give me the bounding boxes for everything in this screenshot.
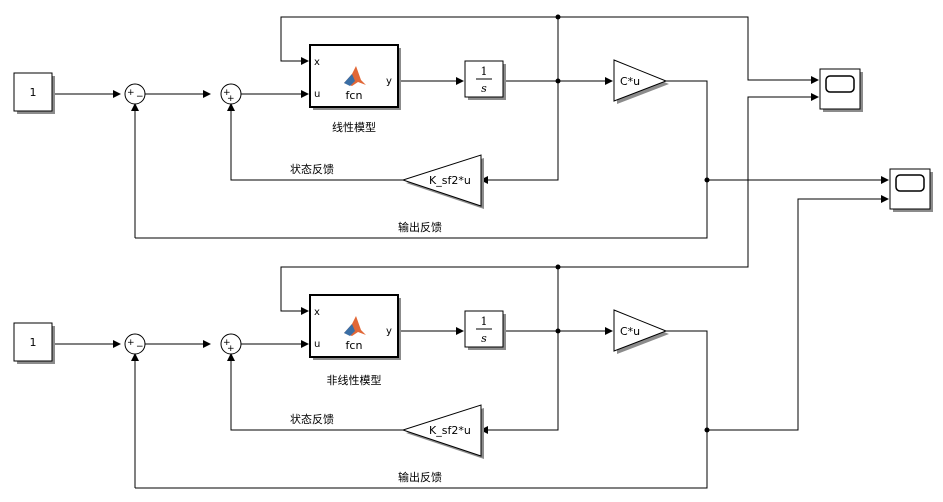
linear-gain-c-label: C*u [620, 75, 640, 88]
linear-integrator-block[interactable]: 1 s [464, 60, 506, 100]
linear-fcn-port-x: x [314, 57, 320, 68]
simulink-diagram: 1 + − + + x u y fcn 线性模型 1 s C*u K_sf2*u… [13, 14, 933, 489]
nonlinear-constant-block[interactable]: 1 [13, 322, 55, 364]
nonlinear-junction-output [704, 427, 710, 433]
nonlinear-model-label: 非线性模型 [327, 373, 382, 387]
nonlinear-junction-state [555, 328, 561, 334]
nonlinear-gain-c-block[interactable]: C*u [613, 309, 669, 354]
linear-fcn-name: fcn [346, 89, 363, 102]
scope-output-block[interactable] [889, 168, 933, 212]
nonlinear-sum1-sign-bottom: − [136, 342, 144, 352]
linear-junction-top [555, 14, 561, 20]
linear-sum2-block[interactable]: + + [220, 83, 242, 105]
linear-output-feedback-label: 输出反馈 [398, 220, 442, 234]
nonlinear-gain-c-label: C*u [620, 325, 640, 338]
nonlinear-sum2-sign-bottom: + [227, 344, 235, 354]
nonlinear-junction-top [555, 264, 561, 270]
nonlinear-fcn-port-u: u [314, 339, 320, 350]
linear-gain-k-block[interactable]: K_sf2*u [401, 154, 484, 209]
linear-sum1-sign-top: + [127, 88, 135, 98]
nonlinear-sum2-block[interactable]: + + [220, 333, 242, 355]
nonlinear-fcn-port-x: x [314, 307, 320, 318]
nonlinear-integrator-num: 1 [481, 315, 488, 328]
nonlinear-output-feedback-label: 输出反馈 [398, 470, 442, 484]
linear-fcn-port-u: u [314, 89, 320, 100]
scope-state-block[interactable] [819, 68, 863, 112]
linear-integrator-den: s [481, 82, 487, 95]
linear-state-feedback-label: 状态反馈 [290, 162, 334, 176]
scope-screen-icon [895, 174, 925, 192]
linear-wires [55, 16, 889, 239]
linear-sum1-block[interactable]: + − [124, 83, 146, 105]
nonlinear-gain-k-label: K_sf2*u [429, 424, 471, 437]
linear-integrator-num: 1 [481, 65, 488, 78]
nonlinear-fcn-block[interactable]: x u y fcn [309, 294, 401, 360]
linear-constant-block[interactable]: 1 [13, 72, 55, 114]
nonlinear-sum1-sign-top: + [127, 338, 135, 348]
linear-gain-c-block[interactable]: C*u [613, 59, 669, 104]
nonlinear-state-feedback-label: 状态反馈 [290, 412, 334, 426]
linear-fcn-port-y: y [386, 76, 392, 87]
linear-junction-output [704, 177, 710, 183]
nonlinear-sum1-block[interactable]: + − [124, 333, 146, 355]
nonlinear-constant-value: 1 [30, 336, 37, 349]
linear-junction-state [555, 78, 561, 84]
linear-constant-value: 1 [30, 86, 37, 99]
nonlinear-integrator-block[interactable]: 1 s [464, 310, 506, 350]
nonlinear-fcn-name: fcn [346, 339, 363, 352]
linear-fcn-block[interactable]: x u y fcn [309, 44, 401, 110]
linear-sum2-sign-bottom: + [227, 94, 235, 104]
linear-gain-k-label: K_sf2*u [429, 174, 471, 187]
nonlinear-gain-k-block[interactable]: K_sf2*u [401, 404, 484, 459]
linear-subsystem: 1 + − + + x u y fcn 线性模型 1 s C*u K_sf2*u… [13, 14, 889, 239]
scope-screen-icon [825, 75, 855, 93]
linear-sum1-sign-bottom: − [136, 92, 144, 102]
nonlinear-fcn-port-y: y [386, 326, 392, 337]
linear-model-label: 线性模型 [332, 120, 376, 134]
nonlinear-integrator-den: s [481, 332, 487, 345]
nonlinear-subsystem: 1 + − + + x u y fcn 非线性模型 1 s C*u K_sf2*… [13, 93, 889, 489]
